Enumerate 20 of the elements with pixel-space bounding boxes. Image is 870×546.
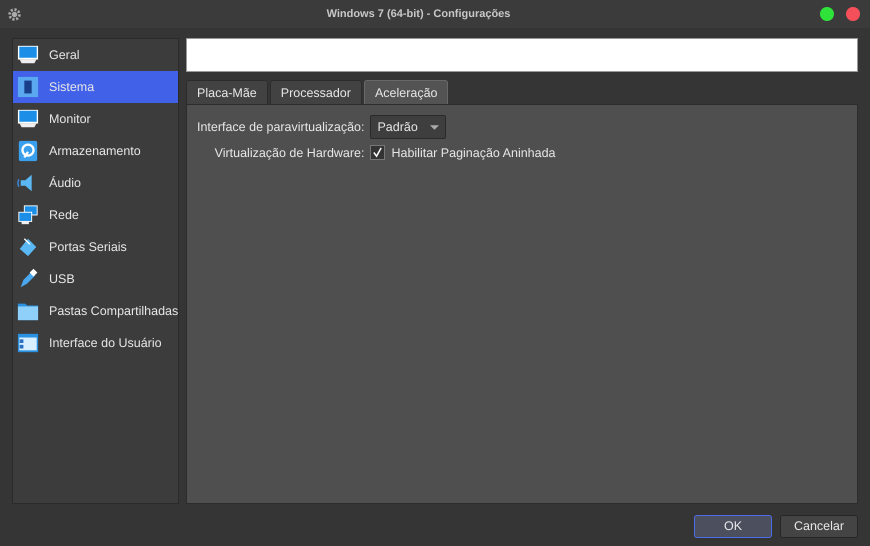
dropdown[interactable]: Padrão	[370, 115, 446, 139]
tab[interactable]: Placa-Mãe	[186, 80, 268, 104]
field-label: Interface de paravirtualização:	[197, 120, 364, 134]
tab[interactable]: Processador	[270, 80, 362, 104]
field-label: Virtualização de Hardware:	[214, 146, 364, 160]
sidebar-item[interactable]: Áudio	[13, 167, 178, 199]
cancel-button[interactable]: Cancelar	[780, 514, 858, 538]
sidebar-item[interactable]: Interface do Usuário	[13, 327, 178, 359]
sidebar-item[interactable]: Rede	[13, 199, 178, 231]
sidebar-item[interactable]: USB	[13, 263, 178, 295]
tab[interactable]: Aceleração	[364, 80, 448, 104]
window-title: Windows 7 (64-bit) - Configurações	[326, 8, 512, 20]
sidebar-item[interactable]: Monitor	[13, 103, 178, 135]
checkbox-label: Habilitar Paginação Aninhada	[391, 146, 556, 160]
sidebar-item[interactable]: Portas Seriais	[13, 231, 178, 263]
sidebar-item[interactable]: Sistema	[13, 71, 178, 103]
sidebar-item[interactable]: Pastas Compartilhadas	[13, 295, 178, 327]
sidebar-item[interactable]: Geral	[13, 39, 178, 71]
sidebar-item[interactable]: Armazenamento	[13, 135, 178, 167]
ok-button[interactable]: OK	[694, 514, 772, 538]
